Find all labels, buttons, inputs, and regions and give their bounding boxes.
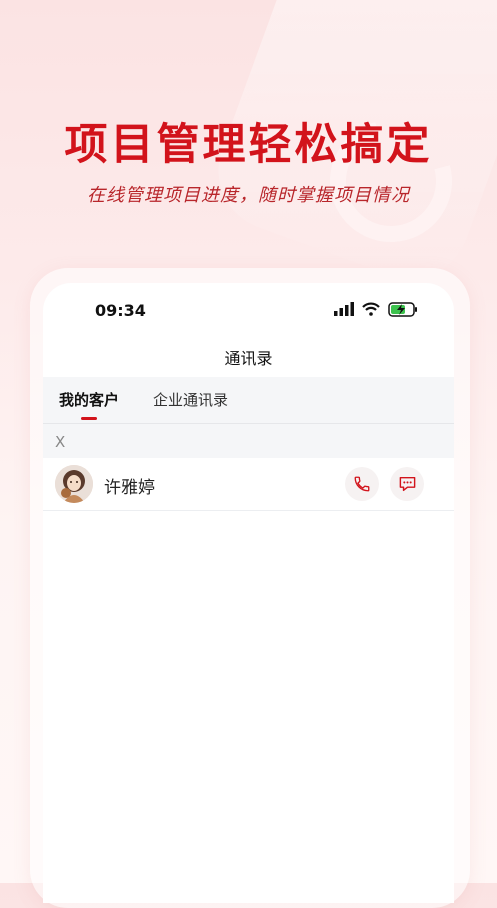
avatar bbox=[55, 465, 93, 503]
contact-name: 许雅婷 bbox=[104, 478, 155, 498]
tab-company-directory[interactable]: 企业通讯录 bbox=[153, 389, 228, 410]
message-button[interactable] bbox=[390, 467, 424, 501]
active-tab-indicator bbox=[81, 417, 97, 420]
promo-headline: 项目管理轻松搞定 bbox=[64, 120, 433, 170]
section-index-letter: X bbox=[55, 433, 66, 451]
contact-row[interactable]: 许雅婷 bbox=[43, 458, 454, 511]
message-icon bbox=[399, 476, 415, 492]
tab-bar: 我的客户 企业通讯录 bbox=[43, 377, 454, 424]
tab-my-customers[interactable]: 我的客户 bbox=[59, 389, 119, 410]
status-icons bbox=[334, 302, 418, 318]
navigation-bar: 通讯录 bbox=[43, 335, 454, 377]
wifi-icon bbox=[362, 302, 380, 316]
status-time: 09:34 bbox=[95, 301, 146, 320]
promo-subline: 在线管理项目进度，随时掌握项目情况 bbox=[87, 185, 410, 206]
phone-screen: 09:34 通讯录 我的客户 企业通讯录 X 许雅婷 bbox=[43, 283, 454, 903]
status-bar: 09:34 bbox=[43, 283, 454, 335]
contact-list-empty-area bbox=[43, 511, 454, 903]
signal-icon bbox=[334, 302, 354, 316]
battery-charging-icon bbox=[388, 302, 417, 317]
phone-icon bbox=[354, 476, 370, 492]
page-title: 通讯录 bbox=[224, 349, 273, 368]
call-button[interactable] bbox=[345, 467, 379, 501]
